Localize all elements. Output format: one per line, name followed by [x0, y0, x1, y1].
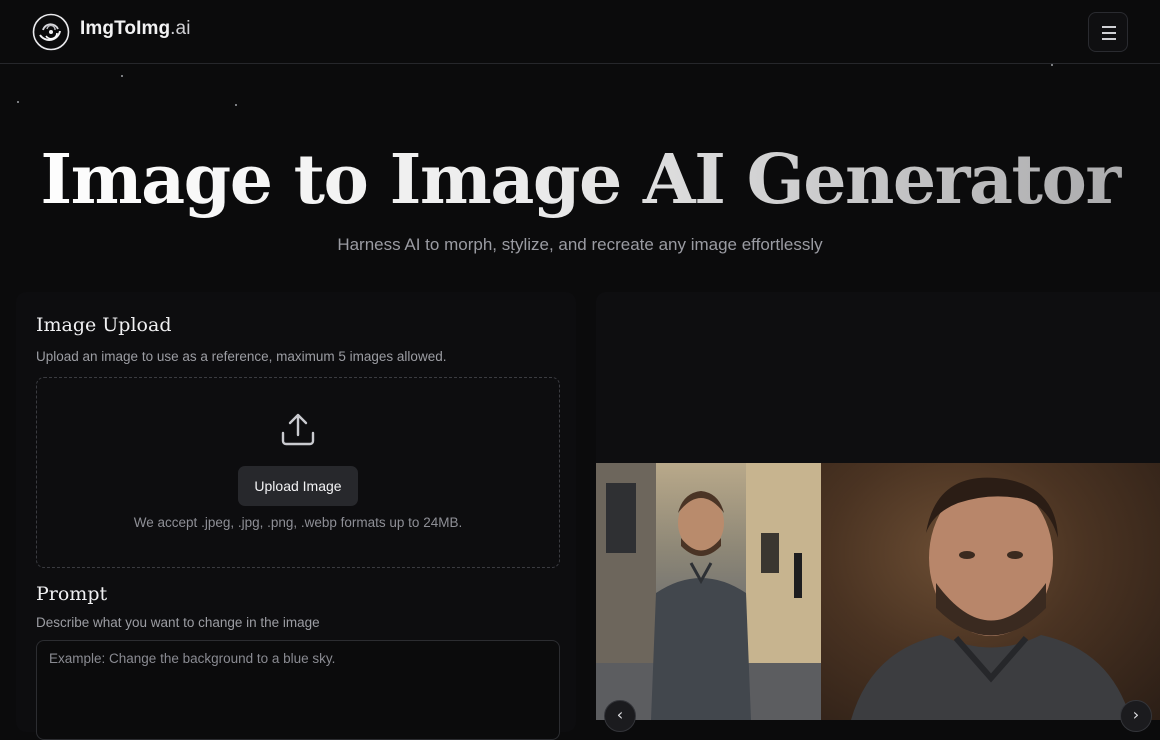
prompt-placeholder: Example: Change the background to a blue… — [49, 651, 336, 666]
star-decoration — [1051, 64, 1053, 66]
carousel-prev-button[interactable]: ‹ — [604, 700, 636, 732]
prompt-textarea[interactable]: Example: Change the background to a blue… — [36, 640, 560, 740]
prompt-title: Prompt — [36, 583, 108, 605]
hamburger-menu-icon — [1102, 32, 1116, 34]
chevron-left-icon: ‹ — [616, 705, 624, 724]
upload-arrow-icon — [281, 413, 315, 446]
chevron-right-icon: › — [1132, 705, 1140, 724]
brand-main-text: ImgToImg — [80, 18, 171, 39]
hamburger-menu-icon — [1102, 38, 1116, 40]
image-upload-title: Image Upload — [36, 314, 172, 336]
carousel-next-button[interactable]: › — [1120, 700, 1152, 732]
example-output-illustration — [851, 477, 1131, 720]
upload-image-button[interactable]: Upload Image — [238, 466, 358, 506]
example-output-photo — [821, 463, 1160, 720]
top-navigation-bar: ImgToImg.ai — [0, 0, 1160, 64]
star-decoration — [121, 75, 123, 77]
hamburger-menu-icon — [1102, 26, 1116, 28]
example-input-photo — [596, 463, 821, 720]
menu-button[interactable] — [1088, 12, 1128, 52]
brand-name[interactable]: ImgToImg.ai — [80, 18, 191, 40]
page-title: Image to Image AI Generator — [0, 140, 1160, 220]
image-upload-description: Upload an image to use as a reference, m… — [36, 349, 447, 364]
star-decoration — [17, 101, 19, 103]
swirl-logo-icon[interactable] — [32, 13, 70, 51]
brand-suffix-text: .ai — [170, 18, 191, 39]
page-subtitle: Harness AI to morph, stylize, and recrea… — [337, 235, 823, 254]
star-decoration — [235, 104, 237, 106]
accepted-formats-text: We accept .jpeg, .jpg, .png, .webp forma… — [133, 515, 463, 530]
prompt-description: Describe what you want to change in the … — [36, 615, 320, 630]
example-input-illustration — [596, 463, 821, 720]
